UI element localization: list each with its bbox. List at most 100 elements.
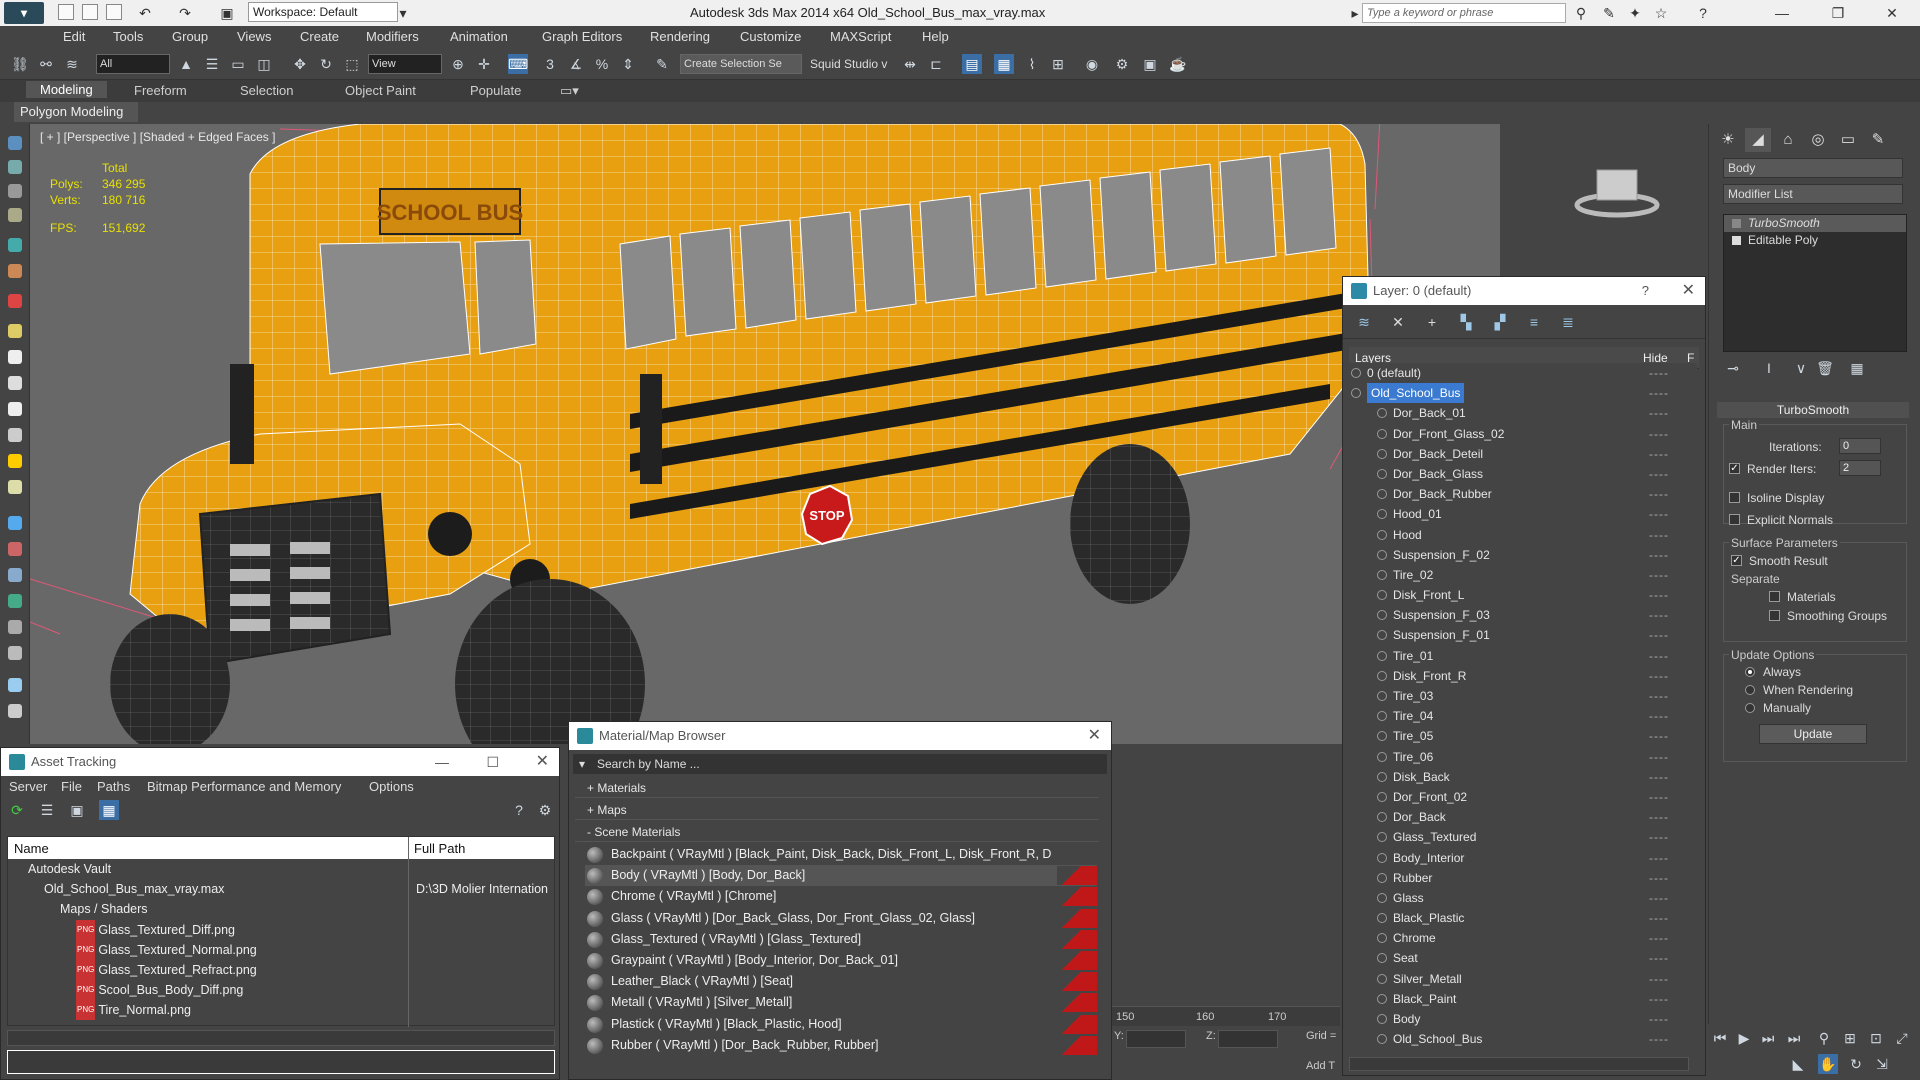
- object-name-field[interactable]: Body: [1723, 158, 1903, 178]
- layer-dialog-titlebar[interactable]: Layer: 0 (default) ? ✕: [1343, 277, 1705, 305]
- keyboard-shortcut-toggle-icon[interactable]: ⌨: [508, 54, 528, 74]
- layer-hide-toggle[interactable]: ----: [1649, 706, 1669, 726]
- layer-row[interactable]: Disk_Back ----: [1349, 767, 1697, 787]
- layer-hide-toggle[interactable]: ----: [1649, 747, 1669, 767]
- table-view-icon[interactable]: ▦: [99, 800, 119, 820]
- layer-row[interactable]: Tire_05 ----: [1349, 726, 1697, 746]
- layer-row[interactable]: Dor_Back_Glass ----: [1349, 464, 1697, 484]
- layer-row[interactable]: Old_School_Bus ----: [1349, 1029, 1697, 1047]
- helper-icon[interactable]: [8, 294, 22, 308]
- layer-row[interactable]: Glass ----: [1349, 888, 1697, 908]
- explicit-normals-checkbox[interactable]: [1729, 514, 1740, 525]
- unlink-icon[interactable]: ⚯: [36, 54, 56, 74]
- layer-hide-toggle[interactable]: ----: [1649, 383, 1669, 403]
- asset-tracking-titlebar[interactable]: Asset Tracking — ☐ ✕: [1, 748, 559, 776]
- show-end-result-icon[interactable]: Ι: [1759, 358, 1779, 378]
- material-row[interactable]: Graypaint ( VRayMtl ) [Body_Interior, Do…: [585, 950, 1097, 971]
- layer-hide-toggle[interactable]: ----: [1649, 504, 1669, 524]
- chevron-down-icon[interactable]: ▾: [394, 4, 412, 22]
- next-frame-icon[interactable]: ⏭: [1758, 1028, 1778, 1048]
- layer-row[interactable]: Dor_Back ----: [1349, 807, 1697, 827]
- layer-hide-toggle[interactable]: ----: [1649, 948, 1669, 968]
- toggle-ribbon-icon[interactable]: ▦: [994, 54, 1014, 74]
- add-to-layer-icon[interactable]: +: [1423, 313, 1441, 331]
- layer-hide-toggle[interactable]: ----: [1649, 928, 1669, 948]
- viewcube[interactable]: [1572, 160, 1662, 223]
- zoom-icon[interactable]: ⚲: [1814, 1028, 1834, 1048]
- layer-hide-toggle[interactable]: ----: [1649, 1009, 1669, 1029]
- sphere-icon[interactable]: [8, 350, 22, 364]
- isoline-display-checkbox[interactable]: [1729, 492, 1740, 503]
- layer-list[interactable]: 0 (default) ---- Old_School_Bus ---- Dor_Bac…: [1349, 363, 1697, 1047]
- binoculars-icon[interactable]: ⚲: [1572, 4, 1590, 22]
- rendered-frame-window-icon[interactable]: ▣: [1140, 54, 1160, 74]
- named-selection-set-select[interactable]: Create Selection Se: [680, 54, 802, 74]
- project-folder-icon[interactable]: ▣: [218, 4, 236, 22]
- redo-icon[interactable]: ↷: [176, 4, 194, 22]
- cylinder-icon[interactable]: [8, 376, 22, 390]
- bone-icon[interactable]: [8, 620, 22, 634]
- layer-row[interactable]: Seat ----: [1349, 948, 1697, 968]
- table-row[interactable]: PNG Glass_Textured_Diff.png: [8, 919, 554, 940]
- layer-row[interactable]: Black_Plastic ----: [1349, 908, 1697, 928]
- menu-rendering[interactable]: Rendering: [650, 29, 710, 44]
- update-button[interactable]: Update: [1759, 724, 1867, 744]
- hierarchy-tab-icon[interactable]: ⌂: [1775, 128, 1801, 152]
- particle-icon[interactable]: [8, 594, 22, 608]
- app-menu-button[interactable]: ▾: [4, 2, 44, 24]
- camera-icon[interactable]: [8, 160, 22, 174]
- layer-row[interactable]: Tire_03 ----: [1349, 686, 1697, 706]
- create-layer-icon[interactable]: ≋: [1355, 313, 1373, 331]
- modifier-list-select[interactable]: Modifier List: [1723, 184, 1903, 204]
- thumbnail-view-icon[interactable]: ▣: [67, 800, 87, 820]
- rectangular-selection-icon[interactable]: ▭: [228, 54, 248, 74]
- asset-menu-paths[interactable]: Paths: [97, 779, 130, 794]
- light-icon[interactable]: [8, 324, 22, 338]
- new-file-icon[interactable]: [58, 4, 74, 20]
- maximize-button[interactable]: ❐: [1818, 2, 1858, 24]
- update-when-rendering-radio[interactable]: [1745, 685, 1755, 695]
- render-iters-checkbox[interactable]: ✓: [1729, 463, 1740, 474]
- brush-icon[interactable]: [8, 542, 22, 556]
- layer-row[interactable]: Disk_Front_R ----: [1349, 666, 1697, 686]
- materials-section[interactable]: + Materials: [575, 778, 1099, 798]
- separate-smoothing-groups-checkbox[interactable]: [1769, 610, 1780, 621]
- layer-hide-toggle[interactable]: ----: [1649, 545, 1669, 565]
- open-file-icon[interactable]: [82, 4, 98, 20]
- layer-horizontal-scrollbar[interactable]: [1349, 1057, 1689, 1071]
- separate-materials-checkbox[interactable]: [1769, 591, 1780, 602]
- go-to-start-icon[interactable]: ⏮: [1710, 1028, 1730, 1048]
- subscription-icon[interactable]: ✎: [1600, 4, 1618, 22]
- layer-hide-toggle[interactable]: ----: [1649, 969, 1669, 989]
- pan-view-icon[interactable]: ✋: [1818, 1054, 1838, 1074]
- asset-settings-icon[interactable]: ⚙: [535, 800, 555, 820]
- layer-row[interactable]: Suspension_F_02 ----: [1349, 545, 1697, 565]
- material-row[interactable]: Backpaint ( VRayMtl ) [Black_Paint, Disk…: [585, 844, 1097, 865]
- asset-maximize-icon[interactable]: ☐: [486, 748, 499, 776]
- menu-tools[interactable]: Tools: [113, 29, 143, 44]
- table-row[interactable]: PNG Scool_Bus_Body_Diff.png: [8, 980, 554, 1001]
- minimize-button[interactable]: —: [1762, 2, 1802, 24]
- rotate-view-icon[interactable]: [8, 678, 22, 692]
- ribbon-options-icon[interactable]: ▭▾: [560, 83, 579, 99]
- select-object-icon[interactable]: ▲: [176, 54, 196, 74]
- asset-minimize-icon[interactable]: —: [435, 748, 449, 776]
- menu-create[interactable]: Create: [300, 29, 339, 44]
- select-icon[interactable]: [8, 136, 22, 150]
- layer-row[interactable]: Black_Paint ----: [1349, 989, 1697, 1009]
- zoom-view-icon[interactable]: [8, 704, 22, 718]
- layer-hide-toggle[interactable]: ----: [1649, 666, 1669, 686]
- menu-edit[interactable]: Edit: [63, 29, 85, 44]
- material-row[interactable]: Leather_Black ( VRayMtl ) [Seat]: [585, 971, 1097, 992]
- layer-hide-toggle[interactable]: ----: [1649, 585, 1669, 605]
- pin-stack-icon[interactable]: ⊸: [1723, 358, 1743, 378]
- layer-hide-toggle[interactable]: ----: [1649, 686, 1669, 706]
- asset-menu-options[interactable]: Options: [369, 779, 414, 794]
- zoom-extents-icon[interactable]: ⊡: [1866, 1028, 1886, 1048]
- layer-row[interactable]: Dor_Back_01 ----: [1349, 403, 1697, 423]
- angle-snap-icon[interactable]: ∡: [566, 54, 586, 74]
- system-icon[interactable]: [8, 568, 22, 582]
- layer-hide-toggle[interactable]: ----: [1649, 767, 1669, 787]
- create-tab-icon[interactable]: ☀: [1715, 128, 1741, 152]
- layer-hide-toggle[interactable]: ----: [1649, 646, 1669, 666]
